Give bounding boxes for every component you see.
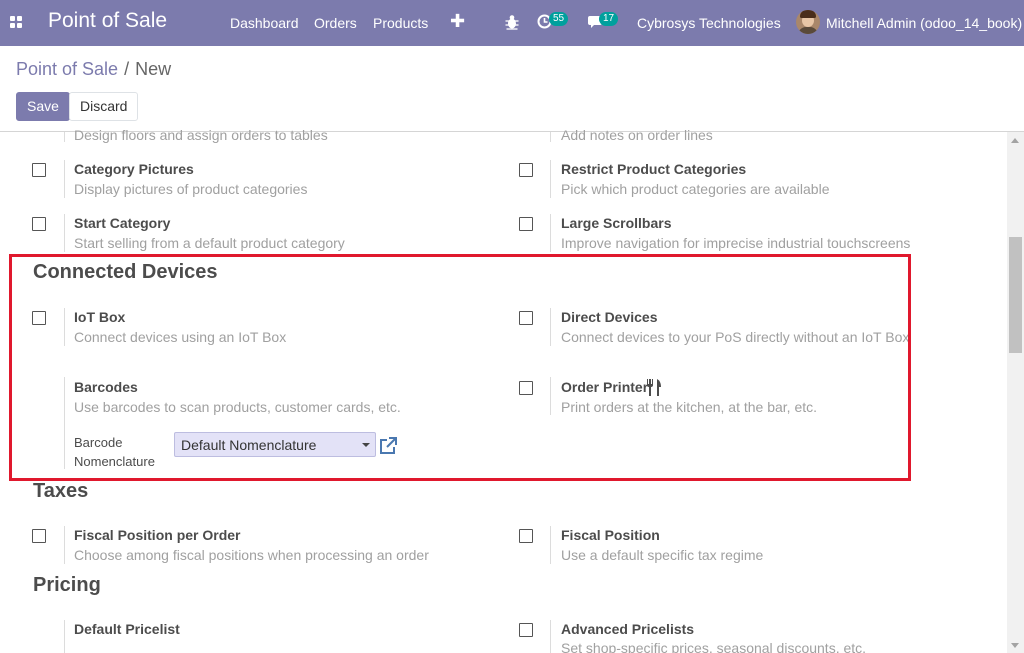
scroll-down-arrow-icon[interactable] xyxy=(1011,643,1019,648)
connected-devices-highlight-box xyxy=(9,254,911,481)
menu-dashboard[interactable]: Dashboard xyxy=(230,15,299,31)
user-avatar[interactable] xyxy=(796,10,820,34)
notes-desc: Add notes on order lines xyxy=(561,127,713,143)
start-category-checkbox[interactable] xyxy=(32,217,46,231)
category-pictures-checkbox[interactable] xyxy=(32,163,46,177)
large-scrollbars-checkbox[interactable] xyxy=(519,217,533,231)
setting-divider xyxy=(64,620,65,653)
message-count-badge: 17 xyxy=(599,12,619,26)
advanced-pricelists-checkbox[interactable] xyxy=(519,623,533,637)
setting-divider xyxy=(550,526,551,564)
fiscal-position-checkbox[interactable] xyxy=(519,529,533,543)
setting-divider xyxy=(550,214,551,252)
scroll-up-arrow-icon[interactable] xyxy=(1011,138,1019,143)
menu-products[interactable]: Products xyxy=(373,15,428,31)
fiscal-position-title: Fiscal Position xyxy=(561,527,660,543)
fiscal-position-per-order-checkbox[interactable] xyxy=(32,529,46,543)
activity-count-badge: 55 xyxy=(549,12,569,26)
setting-divider xyxy=(550,620,551,653)
setting-divider xyxy=(550,132,551,142)
user-menu[interactable]: Mitchell Admin (odoo_14_book) xyxy=(826,15,1022,31)
breadcrumb-separator: / xyxy=(124,59,130,79)
advanced-pricelists-desc: Set shop-specific prices, seasonal disco… xyxy=(561,640,867,653)
setting-divider xyxy=(64,526,65,564)
default-pricelist-title: Default Pricelist xyxy=(74,621,180,637)
restrict-categories-checkbox[interactable] xyxy=(519,163,533,177)
setting-divider xyxy=(64,214,65,252)
setting-divider xyxy=(64,160,65,198)
top-navbar: Point of Sale Dashboard Orders Products … xyxy=(0,0,1024,46)
vertical-scrollbar[interactable] xyxy=(1007,132,1024,653)
start-category-title: Start Category xyxy=(74,215,171,231)
fiscal-position-per-order-title: Fiscal Position per Order xyxy=(74,527,241,543)
plus-icon[interactable]: ✚ xyxy=(450,11,465,32)
category-pictures-title: Category Pictures xyxy=(74,161,194,177)
category-pictures-desc: Display pictures of product categories xyxy=(74,181,308,197)
breadcrumb-current: New xyxy=(135,59,172,79)
restrict-categories-desc: Pick which product categories are availa… xyxy=(561,181,830,197)
pricing-heading: Pricing xyxy=(33,574,101,596)
large-scrollbars-desc: Improve navigation for imprecise industr… xyxy=(561,235,911,251)
discard-button[interactable]: Discard xyxy=(69,92,139,121)
advanced-pricelists-title: Advanced Pricelists xyxy=(561,621,695,637)
app-brand[interactable]: Point of Sale xyxy=(48,9,167,33)
fiscal-position-desc: Use a default specific tax regime xyxy=(561,547,764,563)
floors-desc: Design floors and assign orders to table… xyxy=(74,127,328,143)
apps-menu-icon[interactable] xyxy=(10,16,22,28)
menu-orders[interactable]: Orders xyxy=(314,15,357,31)
large-scrollbars-title: Large Scrollbars xyxy=(561,215,672,231)
setting-divider xyxy=(64,132,65,142)
save-button[interactable]: Save xyxy=(16,92,70,121)
start-category-desc: Start selling from a default product cat… xyxy=(74,235,345,251)
scrollbar-thumb[interactable] xyxy=(1009,237,1022,353)
fiscal-position-per-order-desc: Choose among fiscal positions when proce… xyxy=(74,547,429,563)
bug-icon[interactable] xyxy=(505,14,519,30)
company-switcher[interactable]: Cybrosys Technologies xyxy=(637,15,781,31)
taxes-heading: Taxes xyxy=(33,480,89,502)
breadcrumb: Point of Sale / New xyxy=(16,59,171,80)
setting-divider xyxy=(550,160,551,198)
breadcrumb-parent[interactable]: Point of Sale xyxy=(16,59,118,79)
restrict-categories-title: Restrict Product Categories xyxy=(561,161,747,177)
